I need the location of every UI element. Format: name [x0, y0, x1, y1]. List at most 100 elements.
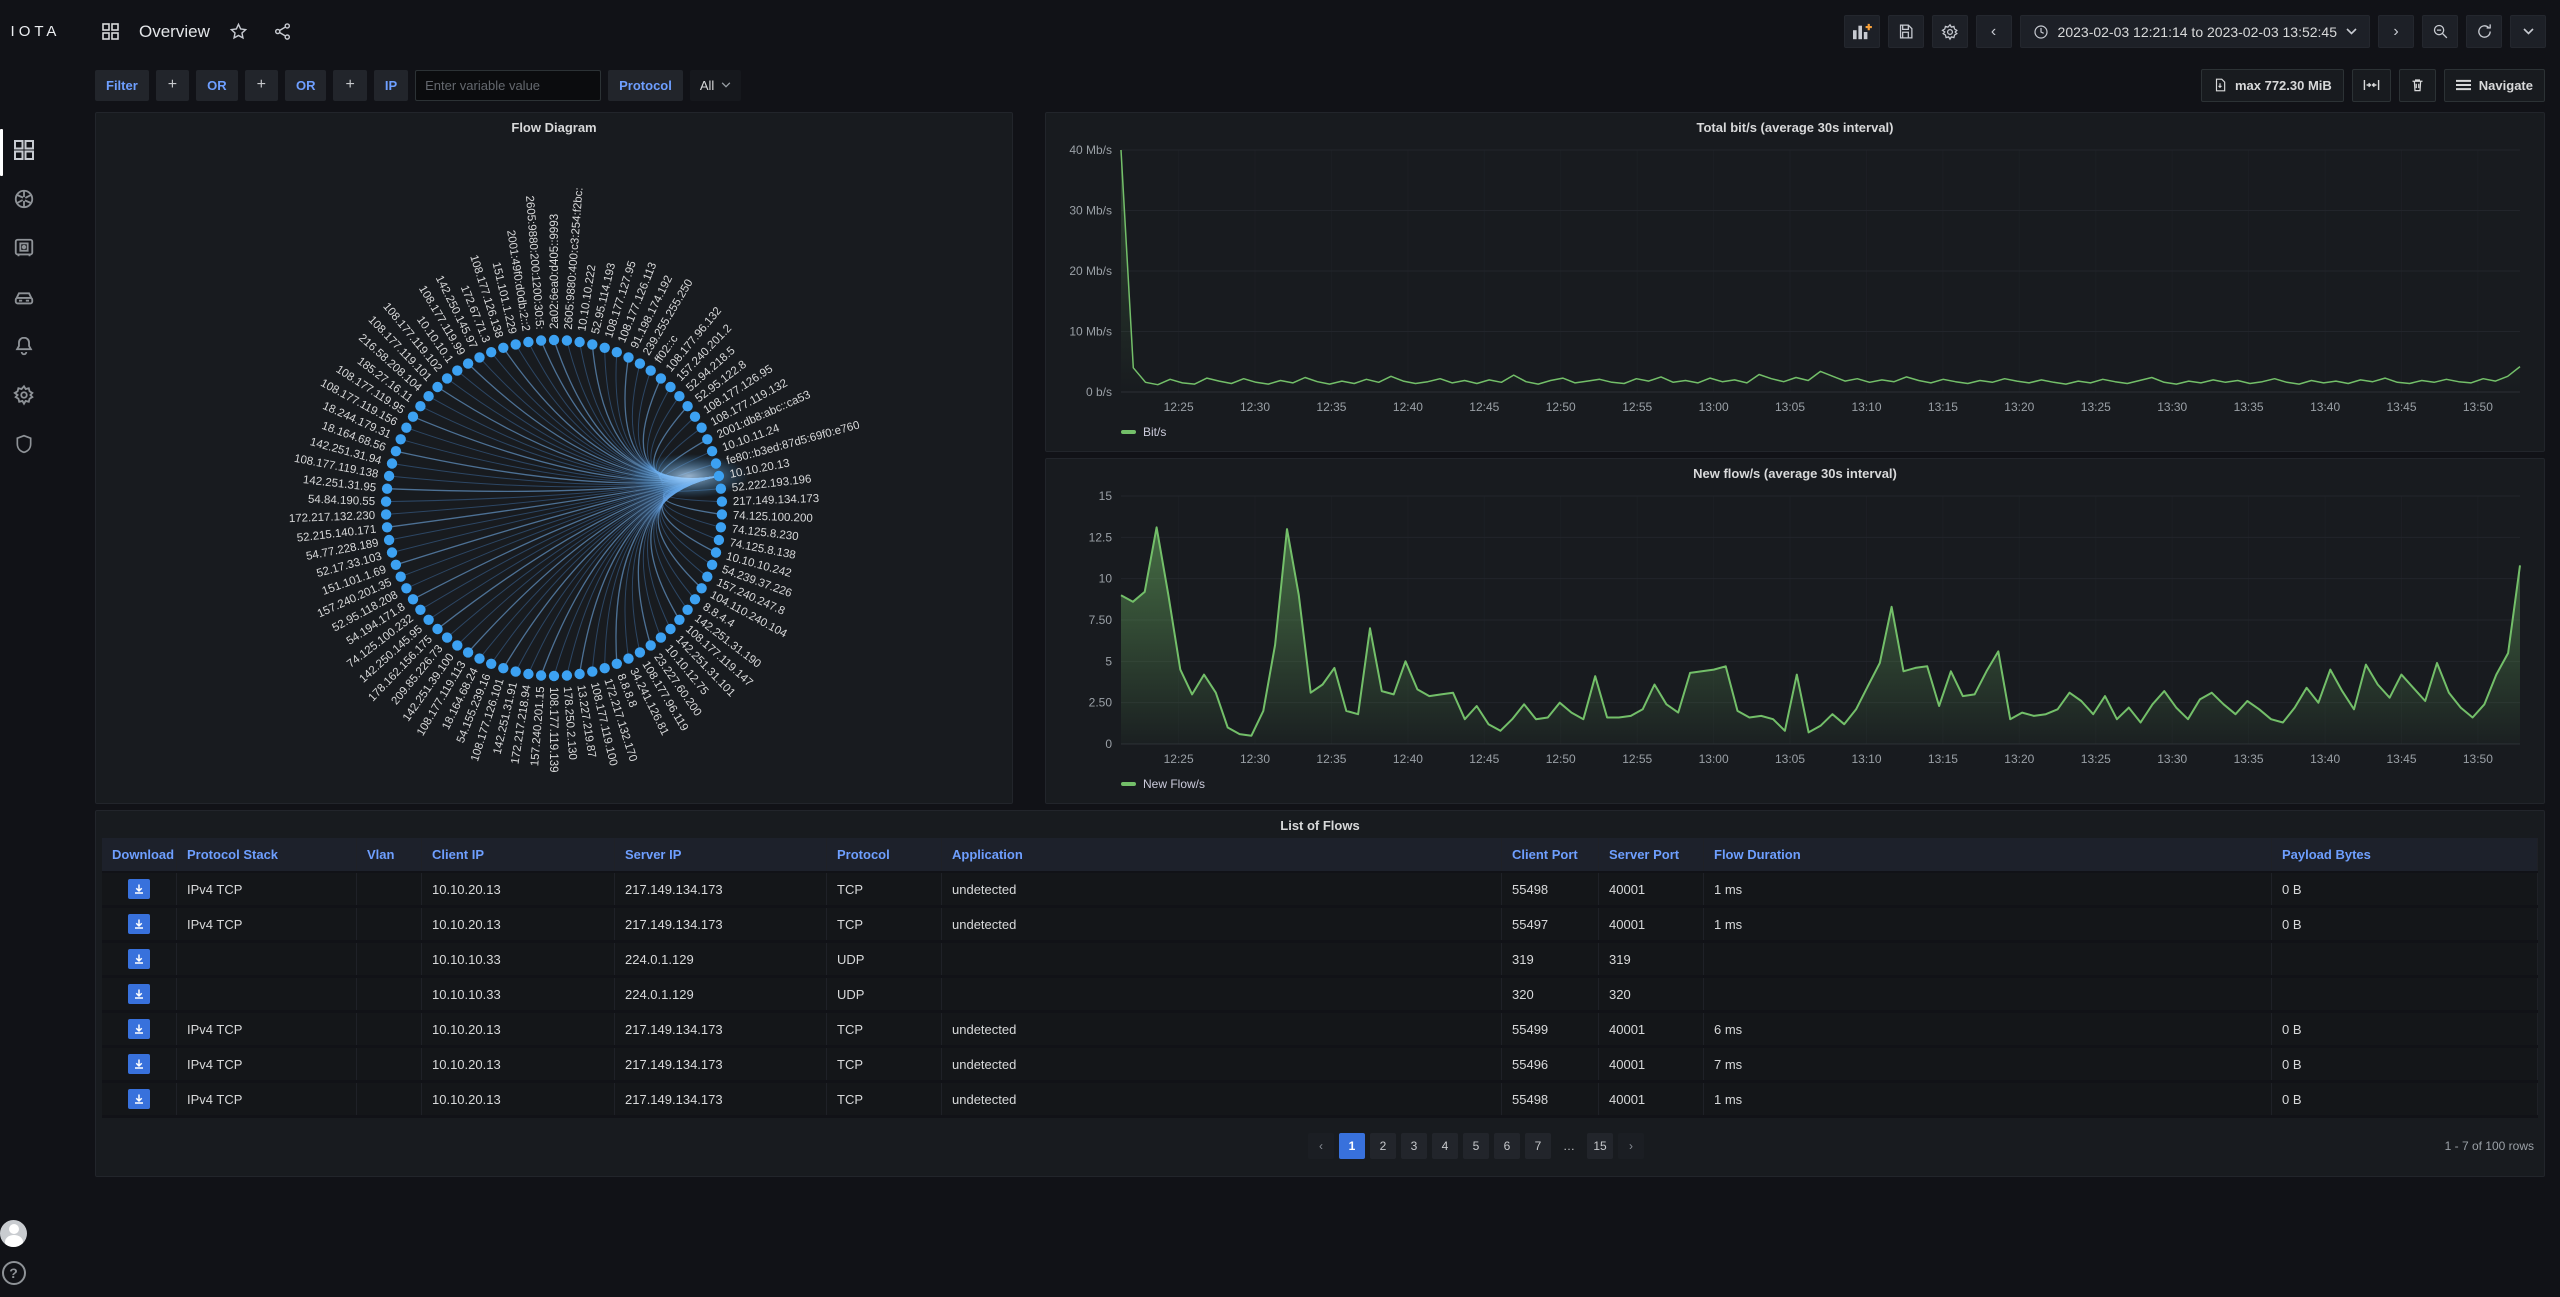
- svg-text:10: 10: [1099, 572, 1113, 586]
- download-cell: [102, 1013, 177, 1045]
- sidebar-item-admin-shield[interactable]: [0, 429, 47, 459]
- column-header-vlan[interactable]: Vlan: [357, 838, 422, 871]
- page-button-1[interactable]: 1: [1339, 1133, 1365, 1159]
- table-cell: [1704, 978, 2272, 1010]
- share-icon[interactable]: [268, 17, 298, 47]
- sidebar-item-device[interactable]: [0, 282, 47, 312]
- sidebar-item-aperture[interactable]: [0, 184, 47, 214]
- download-button[interactable]: [128, 914, 150, 934]
- table-cell: IPv4 TCP: [177, 873, 357, 905]
- sidebar-item-dashboards[interactable]: [0, 135, 47, 165]
- refresh-interval-dropdown[interactable]: [2510, 15, 2546, 48]
- table-cell: undetected: [942, 908, 1502, 940]
- new-flows-chart[interactable]: 12:25 12:30 12:35 12:40 12:45 12:50 12:55 13:00…: [1046, 486, 2536, 770]
- svg-text:12:25: 12:25: [1164, 400, 1194, 414]
- fit-width-button[interactable]: [2351, 68, 2391, 102]
- page-prev-button[interactable]: ‹: [1308, 1133, 1334, 1159]
- svg-text:12:35: 12:35: [1316, 752, 1346, 766]
- column-header-protocol[interactable]: Protocol: [827, 838, 942, 871]
- legend-swatch: [1121, 782, 1136, 786]
- page-button-7[interactable]: 7: [1525, 1133, 1551, 1159]
- svg-text:13:05: 13:05: [1775, 400, 1805, 414]
- help-icon[interactable]: ?: [1, 1261, 26, 1285]
- or-variable-label-1[interactable]: OR: [196, 69, 238, 101]
- page-button-4[interactable]: 4: [1432, 1133, 1458, 1159]
- column-header-server-ip[interactable]: Server IP: [615, 838, 827, 871]
- table-cell: TCP: [827, 1048, 942, 1080]
- save-dashboard-button[interactable]: [1887, 15, 1924, 48]
- download-button[interactable]: [128, 949, 150, 969]
- total-bits-panel: Total bit/s (average 30s interval) 12:25…: [1045, 112, 2545, 452]
- table-row: IPv4 TCP 10.10.20.13 217.149.134.173 TCP und…: [102, 1013, 2538, 1048]
- ip-variable-input[interactable]: [415, 69, 602, 101]
- table-row: 10.10.10.33 224.0.1.129 UDP 320 320: [102, 978, 2538, 1013]
- app-logo: IOTA: [10, 23, 61, 40]
- zoom-out-button[interactable]: [2422, 15, 2458, 48]
- list-of-flows-title[interactable]: List of Flows: [96, 811, 2544, 838]
- refresh-button[interactable]: [2466, 15, 2502, 48]
- add-or-button-1[interactable]: +: [244, 69, 278, 101]
- new-flows-title[interactable]: New flow/s (average 30s interval): [1046, 459, 2544, 486]
- page-title: Overview: [139, 21, 210, 41]
- flow-diagram-chart[interactable]: 2a02:6ea0:d405::9993 2605:9880:400:c3:254…: [96, 140, 1012, 800]
- flow-node-label: 172.217.132.230: [289, 510, 376, 525]
- settings-gear-icon[interactable]: [1931, 15, 1968, 48]
- user-avatar[interactable]: [0, 1220, 27, 1247]
- download-button[interactable]: [128, 1054, 150, 1074]
- flow-node-label: 178.250.2.130: [561, 686, 579, 760]
- sidebar: ?: [0, 63, 47, 1297]
- star-icon[interactable]: [224, 17, 254, 47]
- table-cell: 217.149.134.173: [615, 873, 827, 905]
- sidebar-item-config-gear[interactable]: [0, 380, 47, 410]
- total-bits-legend[interactable]: Bit/s: [1046, 425, 2544, 439]
- column-header-application[interactable]: Application: [942, 838, 1502, 871]
- add-filter-button[interactable]: +: [155, 69, 190, 101]
- protocol-select[interactable]: All: [689, 69, 742, 101]
- page-ellipsis: …: [1563, 1139, 1575, 1153]
- page-button-3[interactable]: 3: [1401, 1133, 1427, 1159]
- table-cell: 55496: [1502, 1048, 1599, 1080]
- page-next-button[interactable]: ›: [1618, 1133, 1644, 1159]
- total-bits-title[interactable]: Total bit/s (average 30s interval): [1046, 113, 2544, 140]
- table-row: IPv4 TCP 10.10.20.13 217.149.134.173 TCP und…: [102, 1083, 2538, 1118]
- max-size-button[interactable]: max 772.30 MiB: [2200, 68, 2344, 102]
- sidebar-item-alerts-bell[interactable]: [0, 331, 47, 361]
- page-button-2[interactable]: 2: [1370, 1133, 1396, 1159]
- download-button[interactable]: [128, 984, 150, 1004]
- column-header-download[interactable]: Download: [102, 838, 177, 871]
- column-header-payload-bytes[interactable]: Payload Bytes: [2272, 838, 2538, 871]
- navigate-label: Navigate: [2478, 77, 2533, 93]
- add-panel-button[interactable]: [1843, 15, 1880, 48]
- table-cell: 0 B: [2272, 1013, 2538, 1045]
- new-flows-legend[interactable]: New Flow/s: [1046, 777, 2544, 791]
- svg-text:12:55: 12:55: [1622, 400, 1652, 414]
- flow-diagram-title[interactable]: Flow Diagram: [96, 113, 1012, 140]
- column-header-client-port[interactable]: Client Port: [1502, 838, 1599, 871]
- column-header-flow-duration[interactable]: Flow Duration: [1704, 838, 2272, 871]
- column-header-client-ip[interactable]: Client IP: [422, 838, 615, 871]
- table-cell: undetected: [942, 1083, 1502, 1115]
- download-button[interactable]: [128, 1019, 150, 1039]
- page-button-6[interactable]: 6: [1494, 1133, 1520, 1159]
- download-button[interactable]: [128, 879, 150, 899]
- add-or-button-2[interactable]: +: [333, 69, 367, 101]
- navigate-button[interactable]: Navigate: [2443, 68, 2545, 102]
- table-cell: 224.0.1.129: [615, 943, 827, 975]
- column-header-server-port[interactable]: Server Port: [1599, 838, 1704, 871]
- download-button[interactable]: [128, 1089, 150, 1109]
- table-cell: IPv4 TCP: [177, 1083, 357, 1115]
- page-button-15[interactable]: 15: [1587, 1133, 1613, 1159]
- total-bits-chart[interactable]: 12:25 12:30 12:35 12:40 12:45 12:50 12:55 13:00…: [1046, 140, 2536, 418]
- svg-text:12:45: 12:45: [1469, 752, 1499, 766]
- time-shift-forward-button[interactable]: ›: [2378, 15, 2414, 48]
- delete-button[interactable]: [2398, 68, 2436, 102]
- time-shift-back-button[interactable]: ‹: [1975, 15, 2012, 48]
- or-variable-label-2[interactable]: OR: [284, 69, 327, 101]
- download-icon: [135, 884, 143, 894]
- sidebar-item-vault[interactable]: [0, 233, 47, 263]
- table-row: 10.10.10.33 224.0.1.129 UDP 319 319: [102, 943, 2538, 978]
- page-button-5[interactable]: 5: [1463, 1133, 1489, 1159]
- column-header-protocol-stack[interactable]: Protocol Stack: [177, 838, 357, 871]
- filter-variable-label[interactable]: Filter: [95, 69, 149, 101]
- time-range-picker[interactable]: 2023-02-03 12:21:14 to 2023-02-03 13:52:…: [2019, 15, 2370, 48]
